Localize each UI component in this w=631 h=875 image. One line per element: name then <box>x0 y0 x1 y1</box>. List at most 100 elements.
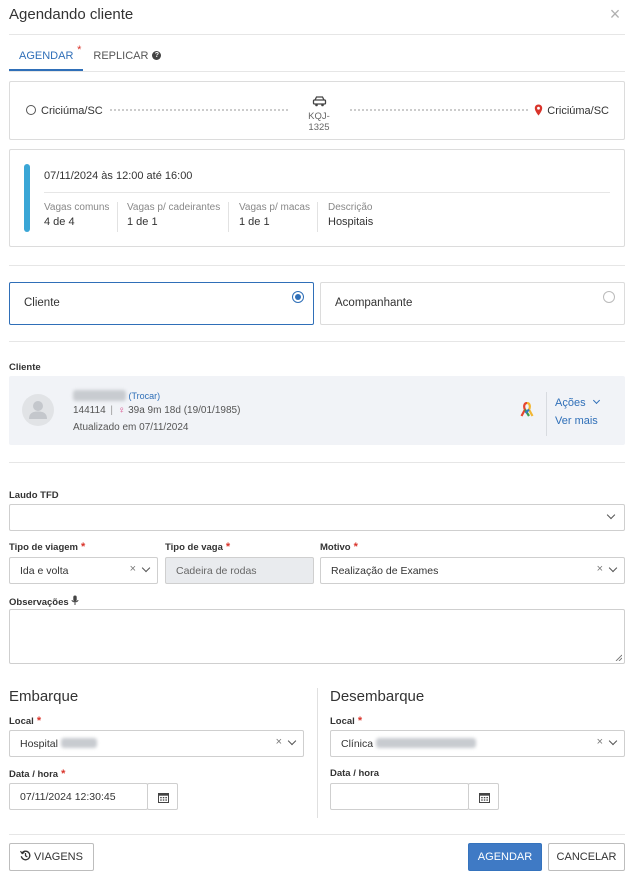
vehicle-plate: KQJ-1325 <box>308 111 330 133</box>
stat-label: Vagas p/ cadeirantes <box>127 202 221 213</box>
avatar <box>22 394 54 426</box>
motivo-value: Realização de Exames <box>331 565 439 577</box>
radio-selected[interactable] <box>292 291 304 303</box>
field-label-text: Motivo <box>320 542 351 553</box>
divider <box>9 462 625 463</box>
option-label: Cliente <box>24 297 60 309</box>
tab-replicar[interactable]: REPLICAR? <box>83 45 171 71</box>
close-icon[interactable]: × <box>605 4 625 24</box>
observacoes-textarea[interactable] <box>9 609 625 664</box>
viagens-button[interactable]: VIAGENS <box>9 843 94 871</box>
field-label-text: Local <box>330 716 355 727</box>
divider <box>228 202 229 232</box>
chevron-down-icon <box>607 511 615 519</box>
desembarque-local-label: Local * <box>330 715 362 727</box>
client-name-row: (Trocar) <box>73 390 160 401</box>
option-label: Acompanhante <box>335 297 413 309</box>
chevron-down-icon <box>142 564 150 572</box>
stat-vagas-macas: Vagas p/ macas 1 de 1 <box>239 202 310 228</box>
actions-dropdown[interactable]: Ações <box>555 396 600 409</box>
divider <box>317 202 318 232</box>
embarque-datahora-value: 07/11/2024 12:30:45 <box>20 791 116 803</box>
tipo-viagem-select[interactable]: Ida e volta × <box>9 557 158 584</box>
clear-icon[interactable]: × <box>130 563 136 575</box>
cancelar-button[interactable]: CANCELAR <box>548 843 625 871</box>
route-destination: Criciúma/SC <box>534 104 609 117</box>
laudo-select[interactable] <box>9 504 625 531</box>
help-icon[interactable]: ? <box>152 51 162 60</box>
resize-handle-icon[interactable] <box>615 654 622 661</box>
tab-agendar[interactable]: AGENDAR * <box>9 44 84 71</box>
agendar-button[interactable]: AGENDAR <box>468 843 542 871</box>
chevron-down-icon <box>609 737 617 745</box>
client-card: (Trocar) 144114 | ♀ 39a 9m 18d (19/01/19… <box>9 376 625 445</box>
radio-unselected[interactable] <box>603 291 615 303</box>
divider <box>9 341 625 342</box>
see-more-link[interactable]: Ver mais <box>555 415 598 427</box>
client-details: 144114 | ♀ 39a 9m 18d (19/01/1985) <box>73 405 241 416</box>
required-mark: * <box>357 715 363 727</box>
embarque-local-label: Local * <box>9 715 41 727</box>
divider <box>9 34 625 35</box>
desembarque-title: Desembarque <box>330 688 425 705</box>
embarque-local-select[interactable]: Hospital × <box>9 730 304 757</box>
desembarque-calendar-button[interactable] <box>468 783 499 810</box>
trip-info-card: 07/11/2024 às 12:00 até 16:00 Vagas comu… <box>9 149 625 247</box>
awareness-ribbon-icon <box>520 402 534 417</box>
motivo-select[interactable]: Realização de Exames × <box>320 557 625 584</box>
embarque-title: Embarque <box>9 688 79 705</box>
clear-icon[interactable]: × <box>597 736 603 748</box>
route-card: Criciúma/SC KQJ-1325 Criciúma/SC <box>9 81 625 140</box>
required-mark: * <box>36 715 42 727</box>
field-label-text: Observações <box>9 597 69 608</box>
stat-descricao: Descrição Hospitais <box>328 202 373 228</box>
clear-icon[interactable]: × <box>276 736 282 748</box>
field-label-text: Local <box>9 716 34 727</box>
origin-label: Criciúma/SC <box>41 105 103 117</box>
tab-replicar-label: REPLICAR <box>93 50 149 62</box>
divider <box>117 202 118 232</box>
clear-icon[interactable]: × <box>597 563 603 575</box>
option-acompanhante[interactable]: Acompanhante <box>320 282 625 325</box>
stat-vagas-cadeirantes: Vagas p/ cadeirantes 1 de 1 <box>127 202 220 228</box>
redacted-text <box>60 738 97 748</box>
chevron-down-icon <box>288 737 296 745</box>
tipo-viagem-value: Ida e volta <box>20 565 69 577</box>
stat-label: Vagas p/ macas <box>239 202 310 213</box>
destination-label: Criciúma/SC <box>547 105 609 117</box>
desembarque-datahora-input[interactable] <box>330 783 469 810</box>
embarque-calendar-button[interactable] <box>147 783 178 810</box>
tipo-viagem-label: Tipo de viagem * <box>9 541 85 553</box>
trip-accent-bar <box>24 164 30 232</box>
divider <box>9 265 625 266</box>
location-pin-icon <box>535 104 543 116</box>
required-mark: * <box>225 541 231 553</box>
field-label-text: Tipo de viagem <box>9 542 78 553</box>
route-dots <box>110 109 288 111</box>
client-name-redacted <box>73 390 126 401</box>
route-origin: Criciúma/SC <box>26 105 103 117</box>
calendar-icon <box>479 793 490 803</box>
microphone-icon[interactable] <box>71 595 79 606</box>
stat-vagas-comuns: Vagas comuns 4 de 4 <box>44 202 109 228</box>
option-cliente[interactable]: Cliente <box>9 282 314 325</box>
stat-value: Hospitais <box>328 216 374 228</box>
client-updated: Atualizado em 07/11/2024 <box>73 422 189 433</box>
trip-datetime: 07/11/2024 às 12:00 até 16:00 <box>44 170 193 182</box>
stat-value: 4 de 4 <box>44 216 75 228</box>
required-mark: * <box>61 768 66 780</box>
embarque-datahora-input[interactable]: 07/11/2024 12:30:45 <box>9 783 148 810</box>
user-icon <box>29 401 47 419</box>
desembarque-local-select[interactable]: Clínica × <box>330 730 625 757</box>
change-client-link[interactable]: (Trocar) <box>129 391 161 401</box>
tipo-vaga-value: Cadeira de rodas <box>176 565 257 577</box>
tipo-vaga-label: Tipo de vaga * <box>165 541 230 553</box>
calendar-icon <box>158 793 169 803</box>
divider <box>9 834 625 835</box>
stat-label: Vagas comuns <box>44 202 110 213</box>
stat-label: Descrição <box>328 202 373 213</box>
actions-label: Ações <box>555 397 586 409</box>
vehicle: KQJ-1325 <box>300 96 338 133</box>
divider <box>317 688 318 818</box>
tab-bar: AGENDAR * REPLICAR? <box>9 44 171 71</box>
